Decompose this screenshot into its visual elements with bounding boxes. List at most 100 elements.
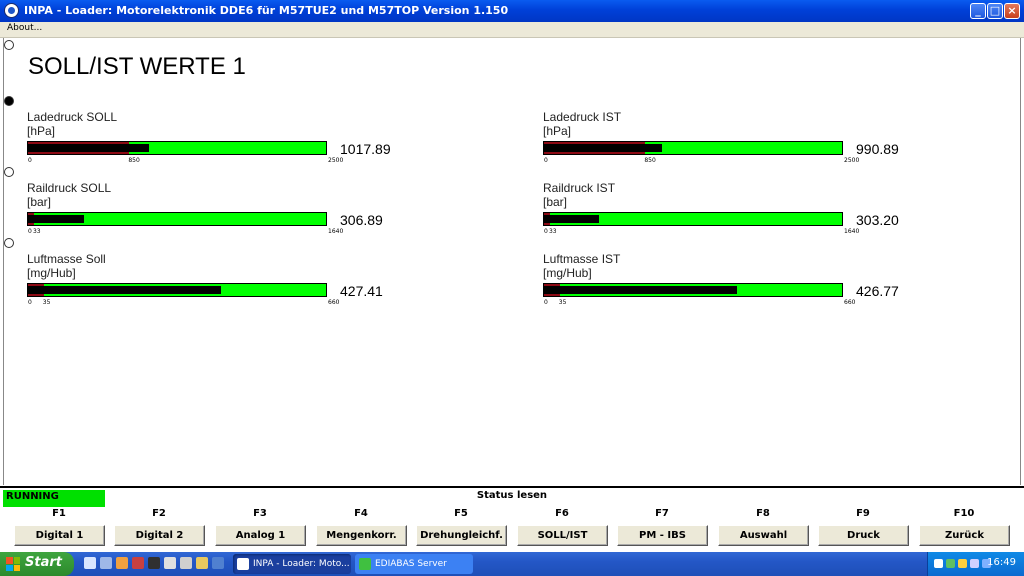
bmw-icon[interactable] bbox=[164, 557, 176, 569]
gauge-unit: [bar] bbox=[543, 195, 568, 209]
druck-button[interactable]: Druck bbox=[818, 525, 909, 546]
gauge-tick-min: 0 bbox=[544, 299, 548, 306]
fkey-label-f10: F10 bbox=[953, 508, 975, 519]
gauge-value: 427.41 bbox=[340, 283, 383, 299]
folder-icon[interactable] bbox=[196, 557, 208, 569]
system-tray: 16:49 bbox=[927, 552, 1024, 576]
gauge-unit: [mg/Hub] bbox=[27, 266, 76, 280]
radio-option-2[interactable] bbox=[4, 96, 14, 106]
gauge-tick-min: 0 bbox=[544, 228, 548, 235]
gauge-unit: [mg/Hub] bbox=[543, 266, 592, 280]
ediabas-icon bbox=[359, 558, 371, 570]
windows-flag-icon bbox=[6, 557, 20, 571]
gauge-tick-min: 0 bbox=[544, 157, 548, 164]
gauge-bar bbox=[543, 283, 843, 297]
volume-icon[interactable] bbox=[970, 559, 979, 568]
gauge-fill bbox=[28, 286, 222, 294]
app-icon-red[interactable] bbox=[132, 557, 144, 569]
task-label: EDIABAS Server bbox=[375, 559, 447, 569]
app-icon-blue[interactable] bbox=[212, 557, 224, 569]
digital-1-button[interactable]: Digital 1 bbox=[14, 525, 105, 546]
gauge-value: 990.89 bbox=[856, 141, 899, 157]
gauge-bar bbox=[27, 212, 327, 226]
fkey-label-f9: F9 bbox=[856, 508, 870, 519]
gauge-value: 306.89 bbox=[340, 212, 383, 228]
radio-option-1[interactable] bbox=[4, 40, 14, 50]
function-key-panel: Status lesen RUNNING F1 F2 F3 F4 F5 F6 F… bbox=[0, 486, 1024, 554]
radio-option-3[interactable] bbox=[4, 167, 14, 177]
gauge-value: 303.20 bbox=[856, 212, 899, 228]
tray-icon[interactable] bbox=[934, 559, 943, 568]
pm-ibs-button[interactable]: PM - IBS bbox=[617, 525, 708, 546]
start-button[interactable]: Start bbox=[0, 552, 74, 576]
gauge-tick-max: 2500 bbox=[328, 157, 344, 164]
gauge-tick-mark: 33 bbox=[32, 228, 41, 235]
gauge-tick-min: 0 bbox=[28, 157, 32, 164]
running-indicator: RUNNING bbox=[3, 490, 105, 507]
menu-about[interactable]: About... bbox=[7, 23, 42, 33]
fkey-label-f8: F8 bbox=[756, 508, 770, 519]
gauge-unit: [hPa] bbox=[27, 124, 56, 138]
status-text: Status lesen bbox=[476, 490, 548, 501]
analog-1-button[interactable]: Analog 1 bbox=[215, 525, 306, 546]
clock: 16:49 bbox=[987, 557, 1016, 568]
gauge-tick-min: 0 bbox=[28, 299, 32, 306]
window-titlebar[interactable]: INPA - Loader: Motorelektronik DDE6 für … bbox=[0, 0, 1024, 22]
gauge-tick-max: 2500 bbox=[844, 157, 860, 164]
gauge-tick-max: 1640 bbox=[844, 228, 860, 235]
fkey-label-f2: F2 bbox=[152, 508, 166, 519]
auswahl-button[interactable]: Auswahl bbox=[718, 525, 809, 546]
gauge-label: Luftmasse IST bbox=[543, 252, 621, 266]
start-label: Start bbox=[25, 555, 62, 570]
gauge-bar bbox=[27, 141, 327, 155]
taskbar: Start INPA - Loader: Moto... EDIABAS Ser… bbox=[0, 552, 1024, 576]
gauge-tick-mark: 33 bbox=[548, 228, 557, 235]
tray-icon[interactable] bbox=[946, 559, 955, 568]
main-panel bbox=[3, 38, 1021, 485]
gauge-tick-min: 0 bbox=[28, 228, 32, 235]
app-icon-grey[interactable] bbox=[180, 557, 192, 569]
drehungleichf-button[interactable]: Drehungleichf. bbox=[416, 525, 507, 546]
minimize-button[interactable]: _ bbox=[970, 3, 986, 19]
firefox-icon[interactable] bbox=[116, 557, 128, 569]
gauge-label: Ladedruck IST bbox=[543, 110, 622, 124]
gauge-tick-mark: 850 bbox=[128, 157, 140, 164]
gauge-tick-max: 1640 bbox=[328, 228, 344, 235]
fkey-label-f6: F6 bbox=[555, 508, 569, 519]
desktop-icon[interactable] bbox=[84, 557, 96, 569]
gauge-bar bbox=[27, 283, 327, 297]
gauge-tick-max: 660 bbox=[844, 299, 856, 306]
gauge-bar bbox=[543, 212, 843, 226]
explorer-icon[interactable] bbox=[100, 557, 112, 569]
menu-bar: About... bbox=[0, 22, 1024, 38]
bmw-icon bbox=[237, 558, 249, 570]
task-label: INPA - Loader: Moto... bbox=[253, 559, 350, 569]
gauge-tick-mark: 850 bbox=[644, 157, 656, 164]
gauge-label: Luftmasse Soll bbox=[27, 252, 106, 266]
gauge-fill bbox=[544, 215, 600, 223]
soll-ist-button[interactable]: SOLL/IST bbox=[517, 525, 608, 546]
digital-2-button[interactable]: Digital 2 bbox=[114, 525, 205, 546]
gauge-tick-max: 660 bbox=[328, 299, 340, 306]
maximize-button[interactable]: □ bbox=[987, 3, 1003, 19]
zurueck-button[interactable]: Zurück bbox=[919, 525, 1010, 546]
page-title: SOLL/IST WERTE 1 bbox=[28, 53, 246, 80]
gauge-fill bbox=[28, 144, 150, 152]
fkey-label-f3: F3 bbox=[253, 508, 267, 519]
fkey-label-f1: F1 bbox=[52, 508, 66, 519]
window-title: INPA - Loader: Motorelektronik DDE6 für … bbox=[24, 4, 509, 17]
close-button[interactable]: × bbox=[1004, 3, 1020, 19]
task-ediabas-server[interactable]: EDIABAS Server bbox=[355, 554, 473, 574]
gauge-label: Raildruck SOLL bbox=[27, 181, 112, 195]
app-icon-dark[interactable] bbox=[148, 557, 160, 569]
task-inpa-loader[interactable]: INPA - Loader: Moto... bbox=[233, 554, 351, 574]
gauge-tick-mark: 35 bbox=[42, 299, 51, 306]
gauge-label: Ladedruck SOLL bbox=[27, 110, 118, 124]
fkey-label-f4: F4 bbox=[354, 508, 368, 519]
mengenkorr-button[interactable]: Mengenkorr. bbox=[316, 525, 407, 546]
fkey-label-f5: F5 bbox=[454, 508, 468, 519]
radio-option-4[interactable] bbox=[4, 238, 14, 248]
tray-icon[interactable] bbox=[958, 559, 967, 568]
fkey-label-f7: F7 bbox=[655, 508, 669, 519]
app-icon[interactable] bbox=[4, 3, 19, 18]
